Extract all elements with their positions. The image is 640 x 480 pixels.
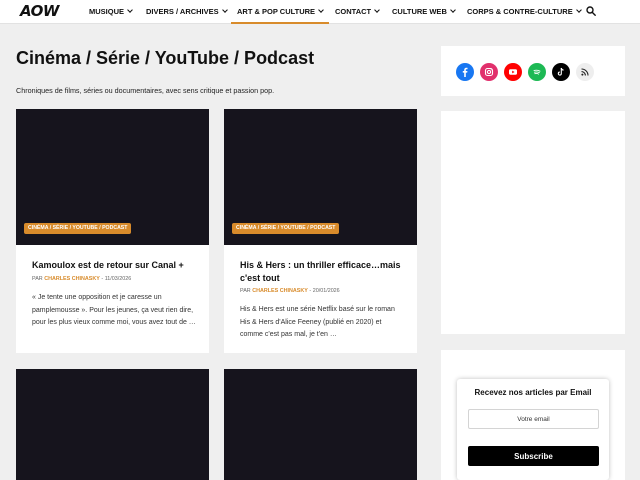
category-badge[interactable]: CINÉMA / SÉRIE / YOUTUBE / PODCAST (24, 223, 132, 234)
nav-item-label: DIVERS / ARCHIVES (146, 7, 219, 16)
post-date: 11/03/2026 (104, 276, 132, 282)
post-card[interactable] (224, 369, 417, 480)
facebook-icon[interactable] (456, 63, 474, 81)
post-excerpt: « Je tente une opposition et je caresse … (32, 294, 196, 326)
page-title: Cinéma / Série / YouTube / Podcast (16, 48, 315, 68)
post-thumbnail[interactable] (16, 369, 209, 480)
chevron-down-icon (374, 7, 380, 13)
newsletter-widget: Recevez nos articles par Email Subscribe (457, 379, 609, 480)
page-description: Chroniques de films, séries ou documenta… (16, 86, 275, 95)
post-card[interactable] (16, 369, 209, 480)
nav-item-label: CULTURE WEB (392, 7, 447, 16)
nav-item-corps-contre-culture[interactable]: CORPS & CONTRE-CULTURE (467, 0, 582, 24)
post-card[interactable]: CINÉMA / SÉRIE / YOUTUBE / PODCAST His &… (224, 109, 417, 353)
nav-item-divers-archives[interactable]: DIVERS / ARCHIVES (146, 0, 228, 24)
nav-item-art-pop-culture[interactable]: ART & POP CULTURE (230, 0, 330, 24)
post-title[interactable]: His & Hers : un thriller efficace…mais c… (240, 259, 405, 285)
email-field[interactable] (468, 409, 599, 429)
post-meta: PAR CHARLES CHINASKY - 20/01/2026 (240, 288, 340, 294)
chevron-down-icon (575, 7, 582, 13)
post-date: 20/01/2026 (312, 288, 340, 294)
nav-item-label: CONTACT (335, 7, 372, 16)
newsletter-title: Recevez nos articles par Email (474, 388, 592, 397)
post-meta: PAR CHARLES CHINASKY - 11/03/2026 (32, 276, 131, 282)
search-icon[interactable] (586, 6, 596, 16)
chevron-down-icon (221, 7, 228, 13)
category-badge[interactable]: CINÉMA / SÉRIE / YOUTUBE / PODCAST (232, 223, 340, 234)
post-meta-by: PAR (240, 288, 251, 294)
youtube-icon[interactable] (504, 63, 522, 81)
subscribe-button[interactable]: Subscribe (468, 446, 599, 466)
top-navigation: AOW MUSIQUE DIVERS / ARCHIVES ART & POP … (0, 0, 640, 24)
post-meta-by: PAR (32, 276, 43, 282)
post-author[interactable]: CHARLES CHINASKY (252, 288, 308, 294)
nav-item-label: MUSIQUE (89, 7, 125, 16)
post-card[interactable]: CINÉMA / SÉRIE / YOUTUBE / PODCAST Kamou… (16, 109, 209, 353)
rss-icon[interactable] (576, 63, 594, 81)
nav-item-label: ART & POP CULTURE (237, 7, 316, 16)
chevron-down-icon (127, 7, 133, 13)
chevron-down-icon (318, 7, 324, 13)
post-excerpt: His & Hers est une série Netflix basé su… (240, 306, 395, 338)
instagram-icon[interactable] (480, 63, 498, 81)
tiktok-icon[interactable] (552, 63, 570, 81)
spotify-icon[interactable] (528, 63, 546, 81)
post-title[interactable]: Kamoulox est de retour sur Canal + (32, 259, 197, 272)
nav-item-contact[interactable]: CONTACT (335, 0, 380, 24)
sidebar-widget (441, 111, 625, 334)
nav-item-culture-web[interactable]: CULTURE WEB (392, 0, 456, 24)
site-logo[interactable]: AOW (20, 2, 59, 20)
post-author[interactable]: CHARLES CHINASKY (44, 276, 100, 282)
nav-item-label: CORPS & CONTRE-CULTURE (467, 7, 573, 16)
chevron-down-icon (450, 7, 456, 13)
nav-item-musique[interactable]: MUSIQUE (89, 0, 133, 24)
post-thumbnail[interactable] (224, 369, 417, 480)
